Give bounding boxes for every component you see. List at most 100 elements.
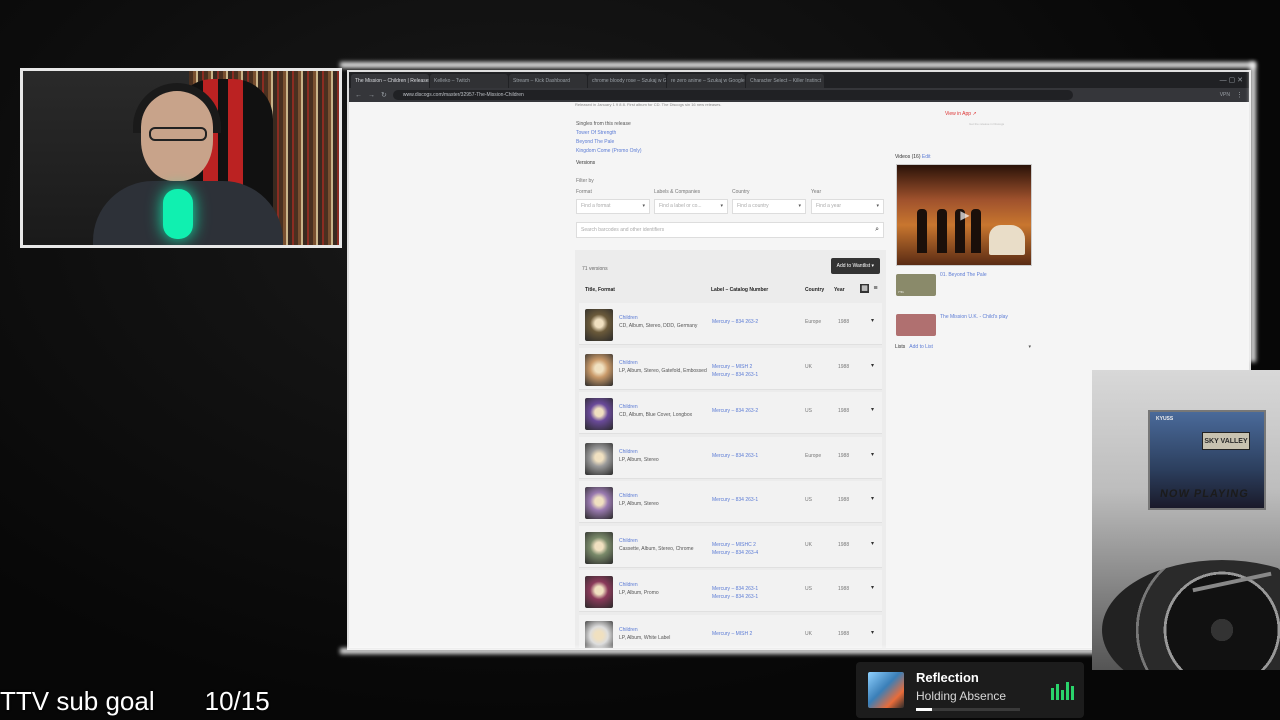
table-row[interactable]: Children Cassette, Album, Stereo, Chrome M…	[579, 525, 882, 568]
back-icon[interactable]: ←	[355, 92, 362, 99]
chevron-down-icon[interactable]: ▾	[871, 317, 874, 324]
video-link[interactable]: The Mission U.K. - Child's play	[940, 314, 1008, 320]
col-year[interactable]: Year	[834, 287, 845, 293]
release-label-link[interactable]: Mercury – 834 263-1	[712, 594, 758, 600]
filter-year-select[interactable]: Find a year ▾	[811, 199, 884, 214]
release-label-link[interactable]: Mercury – MISH 2	[712, 631, 752, 637]
release-label-link[interactable]: Mercury – 834 263-2	[712, 408, 758, 414]
table-row[interactable]: Children CD, Album, Blue Cover, Longbox Me…	[579, 392, 882, 434]
single-link[interactable]: Beyond The Pale	[576, 138, 642, 147]
release-title-link[interactable]: Children	[619, 582, 638, 588]
track-title: Reflection	[916, 670, 979, 685]
chevron-down-icon[interactable]: ▾	[871, 629, 874, 636]
release-label-link[interactable]: Mercury – 834 263-1	[712, 453, 758, 459]
turntable-cam: KYUSS SKY VALLEY NOW PLAYING	[1092, 370, 1280, 670]
single-link[interactable]: Kingdom Come (Promo Only)	[576, 147, 642, 156]
release-format: Cassette, Album, Stereo, Chrome	[619, 545, 694, 552]
video-player[interactable]: ▶	[896, 164, 1032, 266]
chevron-down-icon[interactable]: ▾	[871, 451, 874, 458]
release-format: LP, Album, Stereo	[619, 456, 659, 463]
col-title-format[interactable]: Title, Format	[585, 287, 615, 293]
table-row[interactable]: Children LP, Album, Stereo Mercury – 834 2…	[579, 481, 882, 523]
chevron-down-icon[interactable]: ▾	[1028, 344, 1031, 350]
release-thumbnail[interactable]	[585, 353, 613, 386]
col-country[interactable]: Country	[805, 287, 824, 293]
video-figure	[937, 209, 947, 253]
videos-edit-link[interactable]: Edit	[922, 154, 931, 160]
track-artist: Holding Absence	[916, 689, 1007, 703]
release-thumbnail[interactable]	[585, 620, 613, 648]
release-country: Europe	[805, 319, 822, 325]
release-title-link[interactable]: Children	[619, 538, 638, 544]
release-thumbnail[interactable]	[585, 442, 613, 475]
video-thumb[interactable]	[896, 314, 936, 336]
release-thumbnail[interactable]	[585, 487, 613, 519]
filter-format-select[interactable]: Find a format ▾	[576, 199, 650, 214]
col-label-catalog[interactable]: Label – Catalog Number	[711, 287, 768, 293]
list-view-icon[interactable]: ≡	[871, 284, 880, 293]
table-row[interactable]: Children LP, Album, White Label Mercury – …	[579, 614, 882, 648]
release-label-link[interactable]: Mercury – 834 263-4	[712, 550, 758, 556]
release-label-link[interactable]: Mercury – 834 263-1	[712, 586, 758, 592]
chevron-down-icon: ▾	[720, 203, 723, 209]
chevron-down-icon[interactable]: ▾	[871, 406, 874, 413]
release-title-link[interactable]: Children	[619, 627, 638, 633]
release-country: UK	[805, 541, 812, 548]
chevron-down-icon[interactable]: ▾	[871, 362, 874, 369]
release-label-link[interactable]: Mercury – MISHC 2	[712, 542, 756, 548]
table-row[interactable]: Children LP, Album, Stereo, Gatefold, Emb…	[579, 347, 882, 390]
release-thumbnail[interactable]	[585, 309, 613, 341]
album-cover: KYUSS SKY VALLEY NOW PLAYING	[1148, 410, 1266, 510]
browser-tab[interactable]: Kelleko – Twitch	[430, 74, 508, 88]
release-label-link[interactable]: Mercury – 834 263-1	[712, 497, 758, 503]
video-link[interactable]: 01. Beyond The Pale	[940, 272, 987, 278]
table-row[interactable]: Children LP, Album, Promo Mercury – 834 26…	[579, 570, 882, 612]
singles-heading: Singles from this release	[576, 121, 631, 127]
add-to-wantlist-button[interactable]: Add to Wantlist ▾	[830, 258, 880, 274]
release-thumbnail[interactable]	[585, 531, 613, 564]
chevron-down-icon[interactable]: ▾	[871, 495, 874, 502]
menu-icon[interactable]: ⋮	[1236, 91, 1243, 99]
release-label-link[interactable]: Mercury – 834 263-2	[712, 319, 758, 325]
release-country: Europe	[805, 452, 822, 459]
browser-tab[interactable]: The Mission – Children | Releases	[351, 74, 429, 88]
reload-icon[interactable]: ↻	[381, 91, 387, 99]
table-row[interactable]: Children CD, Album, Stereo, DDD, Germany M…	[579, 303, 882, 345]
play-icon[interactable]: ▶	[957, 207, 973, 223]
release-title-link[interactable]: Children	[619, 404, 638, 410]
release-country: US	[805, 586, 812, 592]
release-thumbnail[interactable]	[585, 576, 613, 608]
address-bar[interactable]: www.discogs.com/master/32957-The-Mission…	[392, 90, 1073, 100]
table-row[interactable]: Children LP, Album, Stereo Mercury – 834 2…	[579, 436, 882, 479]
release-thumbnail[interactable]	[585, 398, 613, 430]
single-link[interactable]: Tower Of Strength	[576, 129, 642, 138]
browser-tab[interactable]: chrome bloody rose – Szukaj w Google	[588, 74, 666, 88]
release-title-link[interactable]: Children	[619, 360, 638, 366]
chevron-down-icon[interactable]: ▾	[871, 540, 874, 547]
identifier-search-input[interactable]: Search barcodes and other identifiers ⌕	[576, 222, 884, 238]
now-playing-widget: Reflection Holding Absence	[856, 662, 1084, 718]
sub-goal: TTV sub goal 10/15	[0, 686, 270, 717]
window-controls[interactable]: — ▢ ✕	[1214, 74, 1249, 88]
browser-tab[interactable]: re zero anime – Szukaj w Google	[667, 74, 745, 88]
release-label-link[interactable]: Mercury – 834 263-1	[712, 372, 758, 378]
album-sign: SKY VALLEY	[1202, 432, 1250, 450]
search-icon[interactable]: ⌕	[875, 223, 879, 237]
release-title-link[interactable]: Children	[619, 493, 638, 499]
view-in-app-link[interactable]: View in App ↗	[945, 111, 977, 117]
add-to-list-link[interactable]: Add to List	[909, 344, 933, 350]
chevron-down-icon[interactable]: ▾	[871, 584, 874, 591]
browser-tab[interactable]: Character Select – Killer Instinct	[746, 74, 824, 88]
lists-section[interactable]: Lists Add to List ▾	[895, 344, 1031, 350]
vpn-badge[interactable]: VPN	[1220, 92, 1230, 98]
filter-country-select[interactable]: Find a country ▾	[732, 199, 806, 214]
release-title-link[interactable]: Children	[619, 449, 638, 455]
filter-label-select[interactable]: Find a label or co... ▾	[654, 199, 728, 214]
forward-icon[interactable]: →	[368, 92, 375, 99]
grid-view-icon[interactable]: ▦	[860, 284, 869, 293]
release-title-link[interactable]: Children	[619, 315, 638, 321]
release-label-link[interactable]: Mercury – MISH 2	[712, 364, 752, 370]
filter-format-label: Format	[576, 189, 592, 195]
track-progress-fill	[916, 708, 932, 711]
browser-tab[interactable]: Stream – Kick Dashboard	[509, 74, 587, 88]
